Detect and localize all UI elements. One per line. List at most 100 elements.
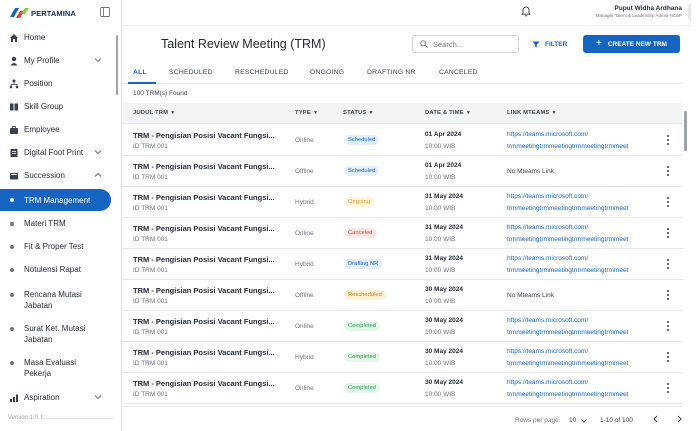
trm-title[interactable]: TRM - Pengisian Posisi Vacant Fungsi... — [133, 224, 283, 233]
tab-drafting-nr[interactable]: DRAFTING NR — [367, 69, 416, 76]
person-icon — [8, 55, 19, 66]
sidebar-item-masa-evaluasi-pekerja[interactable]: Masa Evaluasi Pekerja — [0, 354, 116, 384]
table-row[interactable]: TRM - Pengisian Posisi Vacant Fungsi... I… — [122, 156, 682, 187]
more-vertical-icon[interactable] — [666, 227, 670, 239]
sidebar-item-label: Succession — [24, 171, 65, 180]
mteams-link[interactable]: https://teams.microsoft.com/ — [507, 224, 588, 231]
mteams-link[interactable]: trmmeetingtrmmeetingtrmmeetingtrmmeet — [507, 360, 628, 367]
table-row[interactable]: TRM - Pengisian Posisi Vacant Fungsi... I… — [122, 311, 682, 342]
trm-type: Online — [295, 230, 314, 237]
rows-per-page-select[interactable]: 10 — [569, 417, 576, 424]
mteams-link[interactable]: trmmeetingtrmmeetingtrmmeetingtrmmeet — [507, 236, 628, 243]
more-vertical-icon[interactable] — [666, 165, 670, 177]
sidebar-scrollbar[interactable] — [116, 35, 118, 95]
sidebar-item-home[interactable]: Home — [0, 26, 116, 49]
sidebar-item-fit-proper-test[interactable]: Fit & Proper Test — [0, 235, 116, 258]
sidebar-item-materi-trm[interactable]: Materi TRM — [0, 212, 116, 235]
column-header-date[interactable]: DATE & TIME ▼ — [425, 110, 471, 116]
trm-time: 10:00 WIB — [425, 298, 456, 305]
bullet-dot — [10, 221, 14, 226]
mteams-link[interactable]: trmmeetingtrmmeetingtrmmeetingtrmmeet — [507, 205, 628, 212]
search-box[interactable] — [412, 35, 519, 53]
bullet-dot — [10, 361, 14, 365]
mteams-link[interactable]: https://teams.microsoft.com/ — [507, 255, 588, 262]
column-header-status[interactable]: STATUS ▼ — [343, 110, 374, 116]
more-vertical-icon[interactable] — [666, 196, 670, 208]
mteams-link[interactable]: https://teams.microsoft.com/ — [507, 131, 588, 138]
mteams-link[interactable]: trmmeetingtrmmeetingtrmmeetingtrmmeet — [507, 329, 628, 336]
tab-scheduled[interactable]: SCHEDULED — [169, 69, 213, 76]
sidebar-item-my-profile[interactable]: My Profile — [0, 49, 116, 72]
sidebar-item-notulensi-rapat[interactable]: Notulensi Rapat — [0, 258, 116, 281]
table-row[interactable]: TRM - Pengisian Posisi Vacant Fungsi... I… — [122, 373, 682, 404]
table-row[interactable]: TRM - Pengisian Posisi Vacant Fungsi... I… — [122, 280, 682, 311]
sort-caret-icon: ▼ — [465, 110, 471, 116]
no-mteams-link: No Mteams Link — [507, 292, 554, 299]
table-header: JUDUL TRM ▼ TYPE ▼ STATUS ▼ DATE & TIME ▼ LI… — [122, 103, 682, 124]
table-row[interactable]: TRM - Pengisian Posisi Vacant Fungsi... I… — [122, 218, 682, 249]
trm-date: 30 May 2024 — [425, 317, 463, 324]
more-vertical-icon[interactable] — [666, 351, 670, 363]
sidebar-item-succession[interactable]: Succession — [0, 164, 116, 187]
sidebar-item-rencana-mutasi-jabatan[interactable]: Rencana Mutasi Jabatan — [0, 286, 116, 316]
sort-caret-icon: ▼ — [170, 110, 176, 116]
bell-icon[interactable] — [521, 6, 531, 17]
tab-all[interactable]: ALL — [133, 69, 147, 76]
create-new-trm-button[interactable]: + CREATE NEW TRM — [583, 35, 680, 53]
sidebar-item-digital-foot-print[interactable]: Digital Foot Print — [0, 141, 116, 164]
sidebar-item-skill-group[interactable]: Skill Group — [0, 95, 116, 118]
trm-time: 10:00 WIB — [425, 174, 456, 181]
more-vertical-icon[interactable] — [666, 382, 670, 394]
tab-ongoing[interactable]: ONGOING — [310, 69, 344, 76]
column-header-link[interactable]: LINK MTEAMS ▼ — [507, 110, 557, 116]
more-vertical-icon[interactable] — [666, 134, 670, 146]
filter-label: FILTER — [545, 40, 568, 48]
trm-title[interactable]: TRM - Pengisian Posisi Vacant Fungsi... — [133, 131, 283, 140]
mteams-link[interactable]: https://teams.microsoft.com/ — [507, 348, 588, 355]
chevron-right-icon[interactable] — [675, 415, 683, 423]
more-vertical-icon[interactable] — [666, 258, 670, 270]
table-scrollbar[interactable] — [684, 111, 687, 151]
table-row[interactable]: TRM - Pengisian Posisi Vacant Fungsi... I… — [122, 249, 682, 280]
tab-rescheduled[interactable]: RESCHEDULED — [235, 69, 289, 76]
sidebar-item-label: Masa Evaluasi Pekerja — [24, 358, 77, 378]
mteams-link[interactable]: trmmeetingtrmmeetingtrmmeetingtrmmeet — [507, 143, 628, 150]
trm-title[interactable]: TRM - Pengisian Posisi Vacant Fungsi... — [133, 379, 283, 388]
sidebar-collapse-icon[interactable] — [100, 7, 110, 17]
tab-canceled[interactable]: CANCELED — [439, 69, 478, 76]
trm-date: 30 May 2024 — [425, 379, 463, 386]
column-header-type[interactable]: TYPE ▼ — [295, 110, 318, 116]
mteams-link[interactable]: trmmeetingtrmmeetingtrmmeetingtrmmeet — [507, 391, 628, 398]
mteams-link[interactable]: https://teams.microsoft.com/ — [507, 193, 588, 200]
sidebar-item-position[interactable]: Position — [0, 72, 116, 95]
mteams-link[interactable]: trmmeetingtrmmeetingtrmmeetingtrmmeet — [507, 267, 628, 274]
briefcase-icon — [8, 124, 19, 135]
trm-title[interactable]: TRM - Pengisian Posisi Vacant Fungsi... — [133, 162, 283, 171]
trm-title[interactable]: TRM - Pengisian Posisi Vacant Fungsi... — [133, 286, 283, 295]
more-vertical-icon[interactable] — [666, 320, 670, 332]
chevron-up-icon — [94, 172, 102, 177]
sidebar-item-trm-management[interactable]: TRM Management — [0, 189, 111, 211]
trm-title[interactable]: TRM - Pengisian Posisi Vacant Fungsi... — [133, 255, 283, 264]
sidebar-item-label: Position — [24, 79, 53, 88]
mteams-link[interactable]: https://teams.microsoft.com/ — [507, 379, 588, 386]
table-row[interactable]: TRM - Pengisian Posisi Vacant Fungsi... I… — [122, 187, 682, 218]
trm-time: 10:00 WIB — [425, 143, 456, 150]
search-input[interactable] — [433, 38, 513, 50]
book-icon — [8, 101, 19, 112]
sidebar-item-surat-ket-mutasi-jabatan[interactable]: Surat Ket. Mutasi Jabatan — [0, 320, 116, 350]
more-vertical-icon[interactable] — [666, 289, 670, 301]
divider — [33, 418, 113, 419]
mteams-link[interactable]: https://teams.microsoft.com/ — [507, 317, 588, 324]
trm-title[interactable]: TRM - Pengisian Posisi Vacant Fungsi... — [133, 317, 283, 326]
column-header-judul[interactable]: JUDUL TRM ▼ — [133, 110, 175, 116]
trm-title[interactable]: TRM - Pengisian Posisi Vacant Fungsi... — [133, 193, 283, 202]
filter-button[interactable]: FILTER — [532, 38, 567, 50]
sidebar-item-employee[interactable]: Employee — [0, 118, 116, 141]
chevron-left-icon[interactable] — [652, 415, 660, 423]
table-row[interactable]: TRM - Pengisian Posisi Vacant Fungsi... I… — [122, 342, 682, 373]
table-row[interactable]: TRM - Pengisian Posisi Vacant Fungsi... I… — [122, 125, 682, 156]
sidebar-item-aspiration[interactable]: Aspiration — [0, 386, 116, 409]
chevron-down-icon[interactable] — [581, 419, 587, 423]
trm-title[interactable]: TRM - Pengisian Posisi Vacant Fungsi... — [133, 348, 283, 357]
